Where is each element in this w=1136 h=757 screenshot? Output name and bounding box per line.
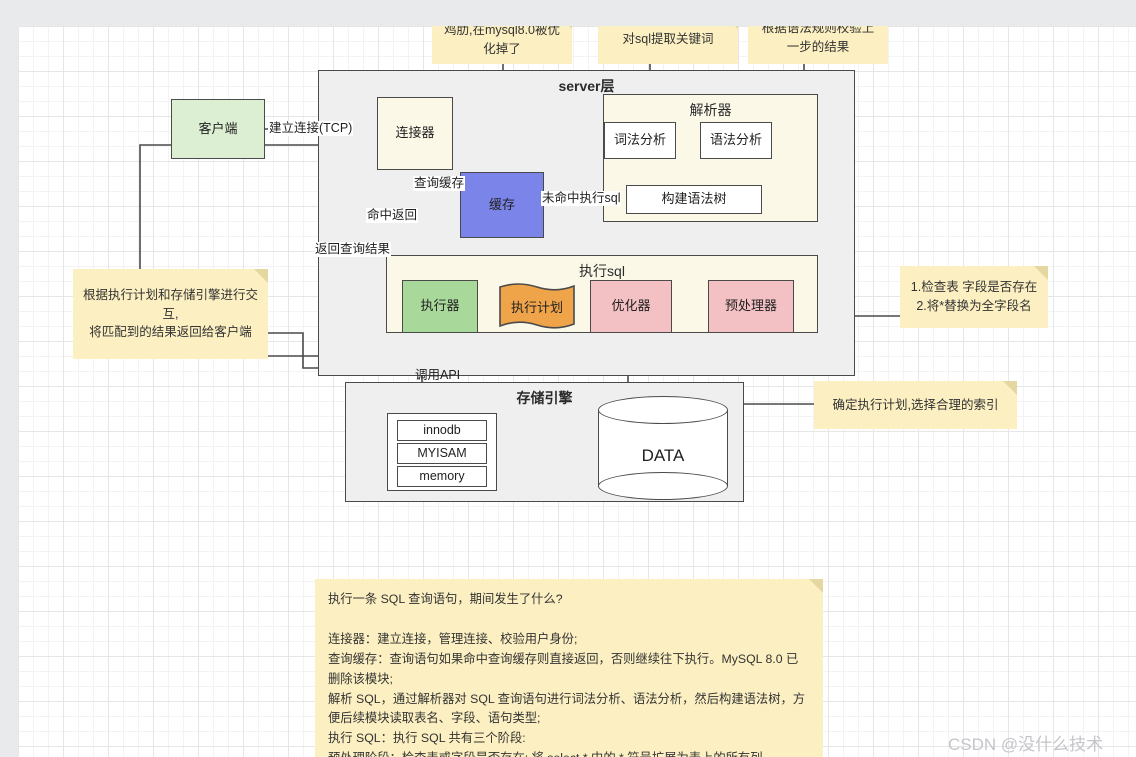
cylinder-bottom (598, 472, 728, 500)
memory-node[interactable]: memory (397, 466, 487, 487)
cylinder-top (598, 396, 728, 424)
connector-label: 连接器 (395, 125, 435, 141)
executor-node[interactable]: 执行器 (402, 280, 478, 333)
syntax-analysis-node[interactable]: 语法分析 (700, 122, 772, 159)
build-syntax-tree-label: 构建语法树 (661, 191, 727, 207)
exec-plan-label: 执行计划 (510, 299, 563, 315)
note-executor-interaction-text: 根据执行计划和存储引擎进行交互, 将匹配到的结果返回给客户端 (82, 287, 258, 340)
exec-sql-title: 执行sql (579, 263, 625, 279)
engine-list-box: innodb MYISAM memory (387, 413, 497, 491)
client-label: 客户端 (198, 120, 238, 136)
data-cylinder: DATA (598, 396, 728, 500)
note-optimizer-plan-text: 确定执行计划,选择合理的索引 (832, 397, 999, 412)
edge-label-query-cache: 查询缓存 (413, 176, 466, 191)
sticky-fold-icon (724, 26, 738, 29)
note-extract-keywords: 对sql提取关键词 (598, 26, 738, 64)
note-grammar-check-text: 根据语法规则校验上 一步的结果 (761, 26, 875, 54)
note-summary-text: 执行一条 SQL 查询语句，期间发生了什么? 连接器：建立连接，管理连接、校验用… (328, 592, 806, 757)
innodb-node[interactable]: innodb (397, 420, 487, 441)
server-layer-title: server层 (558, 78, 615, 94)
parser-title: 解析器 (689, 102, 732, 118)
cache-node[interactable]: 缓存 (460, 172, 544, 238)
edge-label-call-api: 调用API (415, 368, 461, 382)
executor-label: 执行器 (420, 298, 460, 314)
sticky-fold-icon (558, 26, 572, 29)
note-query-cache-deprecated-text: 鸡肋,在mysql8.0被优 化掉了 (444, 26, 560, 56)
myisam-node[interactable]: MYISAM (397, 443, 487, 464)
note-optimizer-plan: 确定执行计划,选择合理的索引 (814, 381, 1017, 429)
cache-label: 缓存 (488, 196, 515, 212)
myisam-label: MYISAM (417, 445, 467, 460)
note-preprocess-check-text: 1.检查表 字段是否存在 2.将*替换为全字段名 (910, 280, 1038, 313)
note-preprocess-check: 1.检查表 字段是否存在 2.将*替换为全字段名 (900, 266, 1048, 328)
edge-label-miss-exec: 未命中执行sql (541, 191, 622, 206)
note-extract-keywords-text: 对sql提取关键词 (622, 32, 714, 47)
sticky-fold-icon (1003, 381, 1017, 395)
optimizer-label: 优化器 (611, 298, 651, 314)
innodb-label: innodb (423, 422, 461, 437)
note-query-cache-deprecated: 鸡肋,在mysql8.0被优 化掉了 (432, 26, 572, 64)
note-grammar-check: 根据语法规则校验上 一步的结果 (748, 26, 888, 64)
sticky-fold-icon (254, 269, 268, 283)
diagram-canvas: server层 解析器 执行sql 客户端 连接器 缓存 词法分析 语法分析 构… (18, 26, 1136, 757)
client-node[interactable]: 客户端 (171, 99, 265, 159)
edge-label-hit-return: 命中返回 (366, 208, 419, 223)
note-executor-interaction: 根据执行计划和存储引擎进行交互, 将匹配到的结果返回给客户端 (73, 269, 268, 359)
syntax-analysis-label: 语法分析 (709, 132, 762, 148)
preprocessor-node[interactable]: 预处理器 (708, 280, 794, 333)
edge-label-tcp: 建立连接(TCP) (268, 121, 354, 136)
lexical-analysis-label: 词法分析 (613, 132, 666, 148)
memory-label: memory (419, 468, 465, 483)
sticky-fold-icon (1034, 266, 1048, 280)
data-label: DATA (641, 446, 685, 465)
exec-plan-node[interactable]: 执行计划 (496, 281, 578, 331)
preprocessor-label: 预处理器 (724, 298, 777, 314)
lexical-analysis-node[interactable]: 词法分析 (604, 122, 676, 159)
watermark: CSDN @没什么技术 (948, 735, 1104, 754)
edge-label-return-result: 返回查询结果 (314, 242, 392, 257)
connector-node[interactable]: 连接器 (377, 97, 453, 170)
sticky-fold-icon (809, 579, 823, 593)
build-syntax-tree-node[interactable]: 构建语法树 (626, 185, 762, 214)
optimizer-node[interactable]: 优化器 (590, 280, 672, 333)
note-summary: 执行一条 SQL 查询语句，期间发生了什么? 连接器：建立连接，管理连接、校验用… (315, 579, 823, 757)
